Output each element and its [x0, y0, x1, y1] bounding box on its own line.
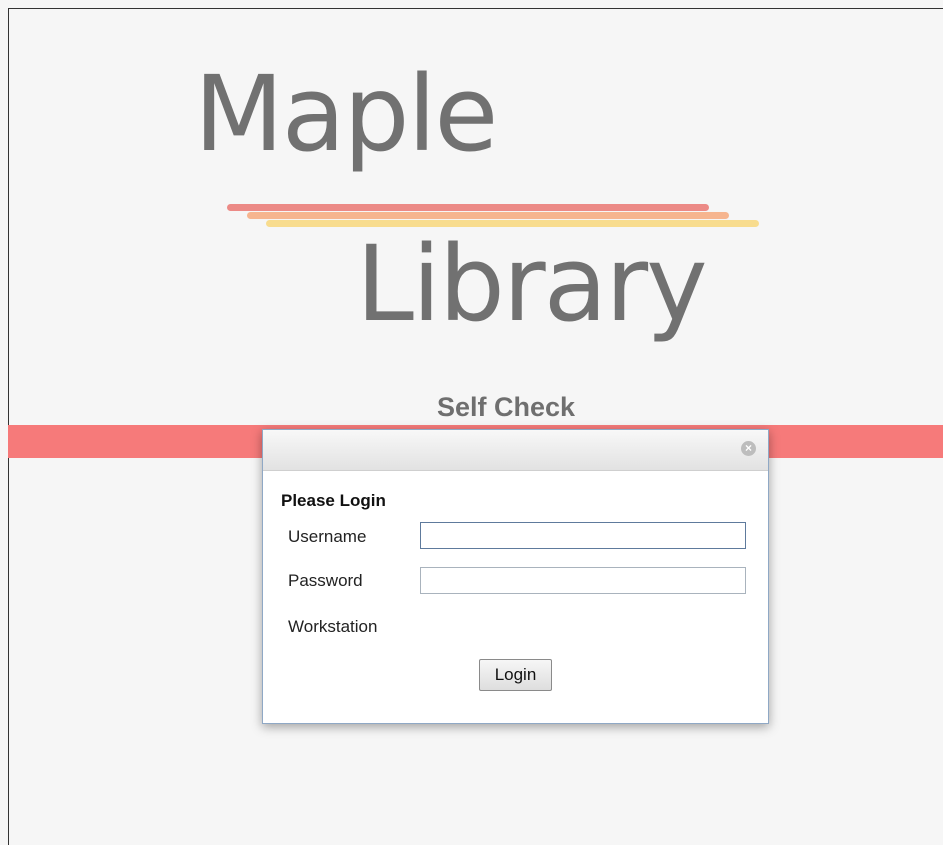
login-dialog: × Please Login Username Password Worksta… [262, 429, 769, 724]
login-button[interactable]: Login [479, 659, 552, 691]
username-label: Username [288, 527, 367, 546]
logo-stripe-red [227, 204, 709, 211]
logo-library-text: Library [356, 223, 708, 345]
page-subtitle: Self Check [436, 392, 576, 422]
login-heading: Please Login [281, 491, 386, 510]
close-icon[interactable]: × [741, 441, 756, 456]
password-label: Password [288, 571, 363, 590]
password-field[interactable] [420, 567, 746, 594]
dialog-titlebar: × [263, 430, 768, 471]
logo-stripe-orange [247, 212, 729, 219]
username-field[interactable] [420, 522, 746, 549]
logo-maple-text: Maple [194, 53, 498, 175]
workstation-label: Workstation [288, 617, 378, 636]
